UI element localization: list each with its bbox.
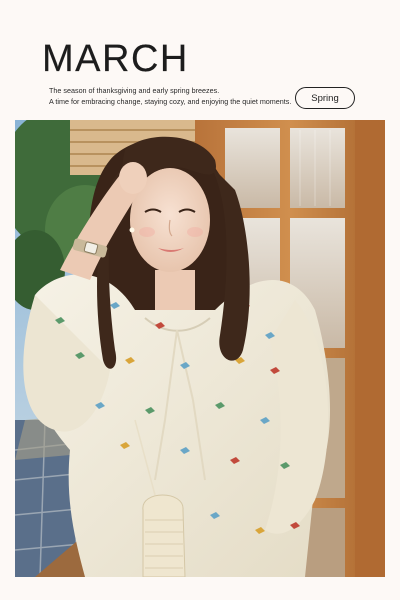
page-title: MARCH [42,38,189,80]
page: MARCH The season of thanksgiving and ear… [0,0,400,600]
photo-illustration [15,120,385,577]
season-badge-label: Spring [311,92,339,104]
portrait-photo [15,120,385,577]
season-badge[interactable]: Spring [295,87,355,109]
subtitle-line-2: A time for embracing change, staying coz… [49,97,292,106]
subtitle-line-1: The season of thanksgiving and early spr… [49,86,220,95]
